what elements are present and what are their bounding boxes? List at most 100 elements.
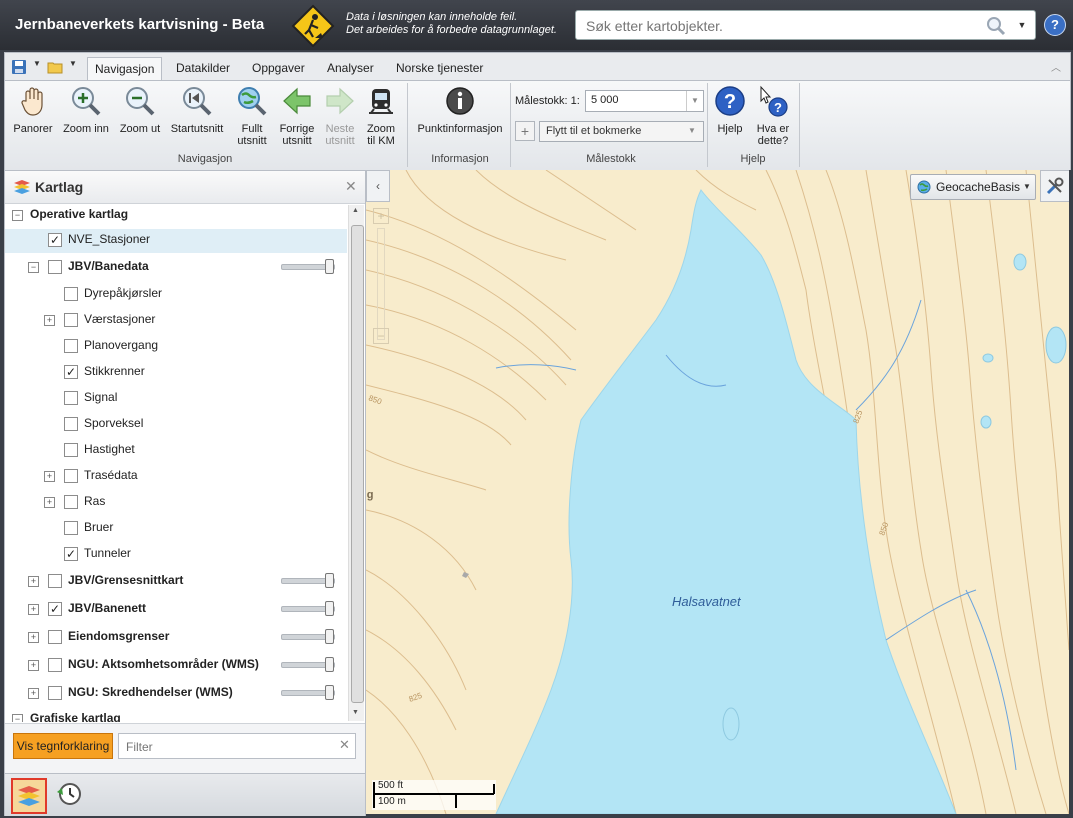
layer-checkbox[interactable] xyxy=(64,287,78,301)
layers-button[interactable] xyxy=(11,778,47,814)
slider-thumb[interactable] xyxy=(325,573,334,588)
chevron-down-icon[interactable]: ▼ xyxy=(1014,17,1030,33)
full-extent-button[interactable]: Fullt utsnitt xyxy=(231,85,273,147)
save-icon[interactable] xyxy=(11,59,27,75)
next-extent-button[interactable]: Neste utsnitt xyxy=(321,85,359,147)
previous-extent-button[interactable]: Forrige utsnitt xyxy=(275,85,319,147)
map-zoom-out-button[interactable]: − xyxy=(373,328,389,344)
opacity-slider[interactable] xyxy=(281,657,335,672)
layer-checkbox[interactable] xyxy=(48,260,62,274)
collapse-icon[interactable]: − xyxy=(12,714,23,722)
start-view-button[interactable]: Startutsnitt xyxy=(169,85,225,135)
map-zoom-slider[interactable] xyxy=(377,228,385,340)
clear-icon[interactable]: ✕ xyxy=(339,737,350,753)
pan-button[interactable]: Panorer xyxy=(11,85,55,135)
filter-input[interactable] xyxy=(124,737,338,757)
tab-datakilder[interactable]: Datakilder xyxy=(169,57,237,79)
layer-checkbox[interactable] xyxy=(64,443,78,457)
history-icon[interactable] xyxy=(55,780,83,808)
layer-checkbox[interactable] xyxy=(64,521,78,535)
layer-checkbox[interactable]: ✓ xyxy=(48,602,62,616)
search-icon[interactable] xyxy=(986,16,1006,36)
expand-icon[interactable]: + xyxy=(28,688,39,699)
layer-checkbox[interactable] xyxy=(48,686,62,700)
separator xyxy=(407,83,408,167)
tree-scrollbar[interactable]: ▲ ▼ xyxy=(348,205,364,721)
scroll-up-icon[interactable]: ▲ xyxy=(352,207,359,214)
layer-checkbox[interactable] xyxy=(64,469,78,483)
slider-thumb[interactable] xyxy=(325,259,334,274)
help-icon[interactable]: ? xyxy=(1044,14,1066,36)
opacity-slider[interactable] xyxy=(281,629,335,644)
topographic-map[interactable]: 850 825 850 825 ug xyxy=(366,170,1069,814)
layer-checkbox[interactable] xyxy=(64,495,78,509)
layer-checkbox[interactable] xyxy=(64,313,78,327)
list-item[interactable]: ✓ NVE_Stasjoner xyxy=(5,229,347,253)
filter-field[interactable]: ✕ xyxy=(118,733,356,759)
layer-checkbox[interactable]: ✓ xyxy=(64,547,78,561)
slider-thumb[interactable] xyxy=(325,629,334,644)
tab-oppgaver[interactable]: Oppgaver xyxy=(245,57,312,79)
layer-checkbox[interactable] xyxy=(64,339,78,353)
panel-bottom-bar xyxy=(5,773,365,816)
tab-analyser[interactable]: Analyser xyxy=(320,57,381,79)
map-zoom-in-button[interactable]: + xyxy=(373,208,389,224)
layer-checkbox[interactable]: ✓ xyxy=(64,365,78,379)
zoom-out-button[interactable]: Zoom ut xyxy=(117,85,163,135)
layer-label: NGU: Aktsomhetsområder (WMS) xyxy=(68,657,259,671)
layer-checkbox[interactable] xyxy=(48,630,62,644)
tab-navigasjon[interactable]: Navigasjon xyxy=(87,57,163,80)
layer-checkbox[interactable] xyxy=(48,574,62,588)
layer-checkbox[interactable]: ✓ xyxy=(48,233,62,247)
collapse-icon[interactable]: − xyxy=(28,262,39,273)
expand-icon[interactable]: + xyxy=(44,471,55,482)
zoom-in-button[interactable]: Zoom inn xyxy=(61,85,111,135)
what-is-this-button[interactable]: ? Hva er dette? xyxy=(753,85,793,147)
map-view[interactable]: 850 825 850 825 ug ‹ + − GeocacheBasis ▼… xyxy=(366,170,1069,814)
opacity-slider[interactable] xyxy=(281,259,335,274)
point-info-button[interactable]: Punktinformasjon xyxy=(411,85,509,135)
expand-icon[interactable]: + xyxy=(44,315,55,326)
open-folder-icon[interactable] xyxy=(47,59,63,75)
add-bookmark-button[interactable]: + xyxy=(515,121,535,141)
scrollbar-thumb[interactable] xyxy=(351,225,364,703)
layer-checkbox[interactable] xyxy=(64,417,78,431)
slider-thumb[interactable] xyxy=(325,657,334,672)
opacity-slider[interactable] xyxy=(281,573,335,588)
chevron-down-icon[interactable]: ▼ xyxy=(686,91,703,111)
search-input[interactable] xyxy=(584,15,978,37)
expand-icon[interactable]: + xyxy=(28,632,39,643)
slider-thumb[interactable] xyxy=(325,685,334,700)
expand-icon[interactable]: + xyxy=(28,576,39,587)
show-legend-button[interactable]: Vis tegnforklaring xyxy=(13,733,113,759)
tab-norske-tjenester[interactable]: Norske tjenester xyxy=(389,57,490,79)
scale-input[interactable]: 5 000 ▼ xyxy=(585,90,704,112)
opacity-slider[interactable] xyxy=(281,601,335,616)
basemap-selector[interactable]: GeocacheBasis ▼ xyxy=(910,174,1036,200)
chevron-down-icon[interactable]: ▼ xyxy=(69,59,77,68)
chevron-down-icon[interactable]: ▼ xyxy=(33,59,41,68)
collapse-panel-button[interactable]: ‹ xyxy=(366,170,390,202)
scroll-down-icon[interactable]: ▼ xyxy=(352,709,359,716)
chevron-down-icon[interactable]: ▼ xyxy=(688,126,696,135)
layer-checkbox[interactable] xyxy=(48,658,62,672)
tools-button[interactable] xyxy=(1040,170,1069,202)
collapse-ribbon-icon[interactable]: ︿ xyxy=(1051,59,1061,74)
slider-thumb[interactable] xyxy=(325,601,334,616)
expand-icon[interactable]: + xyxy=(28,604,39,615)
expand-icon[interactable]: + xyxy=(44,497,55,508)
close-icon[interactable]: ✕ xyxy=(345,178,357,195)
place-label: ug xyxy=(366,489,373,501)
chevron-down-icon[interactable]: ▼ xyxy=(1023,182,1031,191)
bookmark-select[interactable]: Flytt til et bokmerke ▼ xyxy=(539,121,704,142)
layer-label: Hastighet xyxy=(84,442,135,456)
zoom-to-km-button[interactable]: Zoom til KM xyxy=(361,85,401,147)
help-button[interactable]: ? Hjelp xyxy=(713,85,747,135)
search-box[interactable]: ▼ xyxy=(575,10,1036,40)
svg-text:?: ? xyxy=(724,91,736,113)
expand-icon[interactable]: + xyxy=(28,660,39,671)
layer-checkbox[interactable] xyxy=(64,391,78,405)
layers-panel: Kartlag ✕ − Operative kartlag ✓ NVE_Stas… xyxy=(4,170,366,816)
collapse-icon[interactable]: − xyxy=(12,210,23,221)
opacity-slider[interactable] xyxy=(281,685,335,700)
